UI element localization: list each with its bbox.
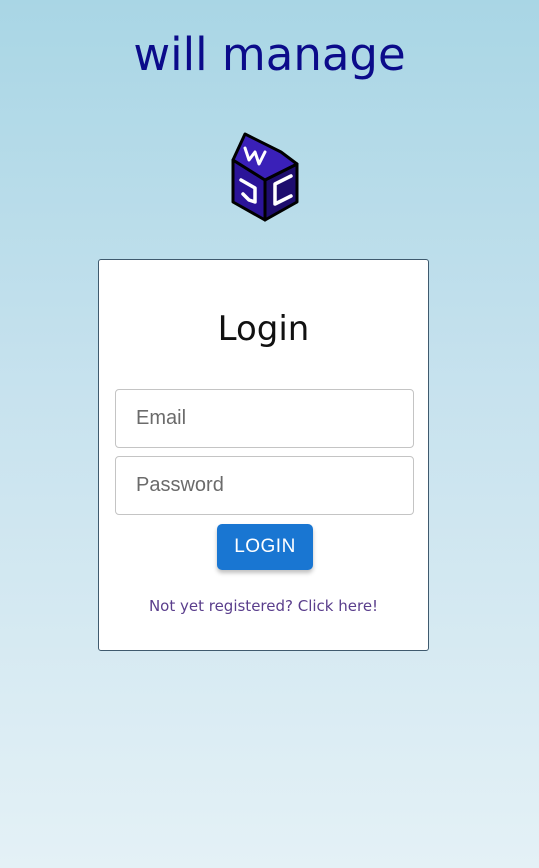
login-card: Login LOGIN Not yet registered? Click he… [98,259,429,651]
wjc-house-logo-icon [229,130,301,222]
password-field[interactable] [115,456,414,515]
register-link[interactable]: Not yet registered? Click here! [99,597,428,615]
login-button[interactable]: LOGIN [217,524,313,570]
login-title: Login [217,309,310,349]
app-title: will manage [133,28,406,81]
email-field[interactable] [115,389,414,448]
